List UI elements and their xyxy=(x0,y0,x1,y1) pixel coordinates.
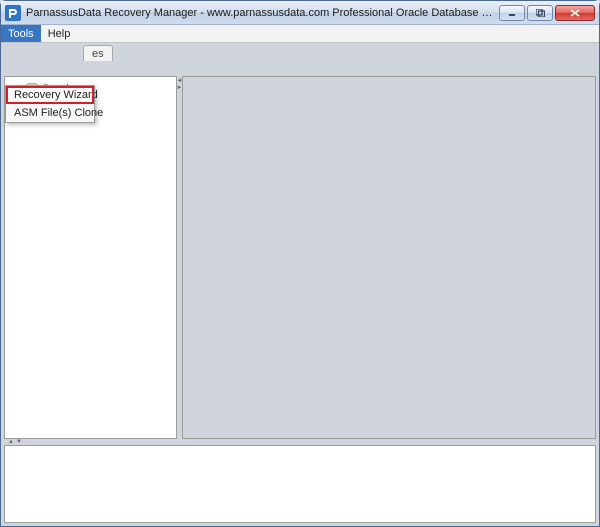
client-area: Recovery Wizard ASM File(s) Clone es xyxy=(1,43,599,526)
window-controls xyxy=(497,5,595,21)
close-button[interactable] xyxy=(555,5,595,21)
tab-strip: es xyxy=(83,43,113,61)
menu-recovery-wizard[interactable]: Recovery Wizard xyxy=(6,86,94,104)
menu-help[interactable]: Help xyxy=(41,25,78,42)
titlebar: ParnassusData Recovery Manager - www.par… xyxy=(1,1,599,25)
content-panel xyxy=(182,76,596,439)
tree-view[interactable]: Database xyxy=(5,77,176,438)
tab-partial[interactable]: es xyxy=(83,45,113,61)
app-window: ParnassusData Recovery Manager - www.par… xyxy=(0,0,600,527)
maximize-button[interactable] xyxy=(527,5,553,21)
menu-tools[interactable]: Tools xyxy=(1,25,41,42)
menu-asm-files-clone[interactable]: ASM File(s) Clone xyxy=(6,104,94,122)
window-title: ParnassusData Recovery Manager - www.par… xyxy=(26,7,497,19)
tree-panel: Database xyxy=(4,76,177,439)
tools-dropdown: Recovery Wizard ASM File(s) Clone xyxy=(5,85,95,123)
output-panel xyxy=(4,445,596,523)
menubar: Tools Help xyxy=(1,25,599,43)
minimize-button[interactable] xyxy=(499,5,525,21)
app-logo-icon xyxy=(5,5,21,21)
